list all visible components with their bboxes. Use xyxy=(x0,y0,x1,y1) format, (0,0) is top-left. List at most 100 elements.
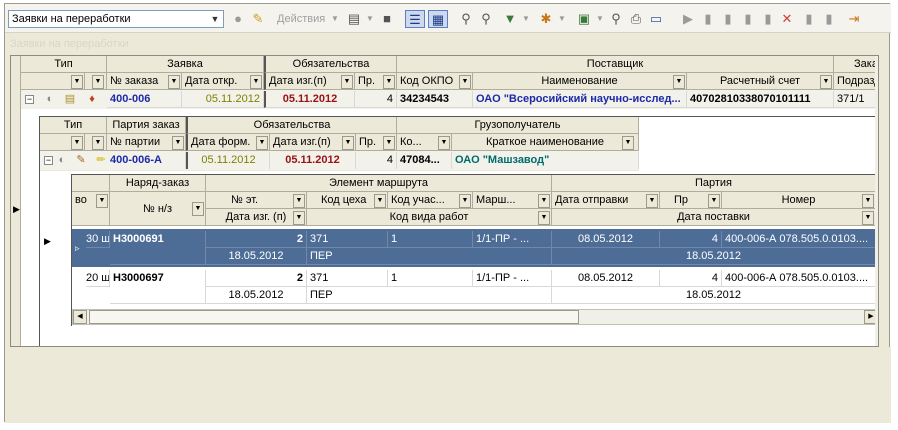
cell-data-otpr[interactable]: 08.05.2012 xyxy=(552,270,660,287)
filter-dropdown-icon[interactable]: ▼ xyxy=(342,136,354,150)
header-group-tip[interactable]: Тип xyxy=(40,117,107,134)
header-kratkoe[interactable]: Краткое наименование xyxy=(452,134,639,151)
copy-chevron-icon[interactable]: ▼ xyxy=(365,10,375,28)
cell-podrazd[interactable]: 371/1 xyxy=(834,91,878,108)
header-group-partiya[interactable]: Партия заказ xyxy=(107,117,186,134)
table-view-icon[interactable]: ▦ xyxy=(428,10,448,28)
cell-pr[interactable]: 4 xyxy=(355,91,397,108)
cell-nns[interactable]: Н3000697 xyxy=(110,270,206,304)
header-group-partiya[interactable]: Партия xyxy=(552,175,876,192)
cell-nomer-partii[interactable]: 400-006-А xyxy=(107,152,186,169)
funnel-icon[interactable]: ▼ xyxy=(501,10,519,28)
export-chevron-icon[interactable]: ▼ xyxy=(595,10,605,28)
cell-data-izg[interactable]: 18.05.2012 xyxy=(206,287,307,304)
tree-view-icon[interactable]: ☰ xyxy=(405,10,425,28)
filter-dropdown-icon[interactable]: ▼ xyxy=(92,75,104,89)
find-next-icon[interactable]: ⚲ xyxy=(477,10,495,28)
filter-icon[interactable]: ● xyxy=(229,10,247,28)
cell-data-izg[interactable]: 05.11.2012 xyxy=(264,91,355,108)
header-group-postavshik[interactable]: Поставщик xyxy=(397,56,834,73)
filter-dropdown-icon[interactable]: ▼ xyxy=(293,194,305,208)
filter-dropdown-icon[interactable]: ▼ xyxy=(92,136,104,150)
filter-dropdown-icon[interactable]: ▼ xyxy=(459,75,471,89)
cell-data-post[interactable]: 18.05.2012 xyxy=(552,287,876,304)
header-group-obyazatelstva[interactable]: Обязательства xyxy=(186,117,397,134)
cell-nomer-zakaza[interactable]: 400-006 xyxy=(107,91,182,108)
filter-dropdown-icon[interactable]: ▼ xyxy=(538,194,550,208)
cell-vo[interactable]: 30 шт xyxy=(86,231,110,248)
cell-data-otkr[interactable]: 05.11.2012 xyxy=(182,91,264,108)
play-icon[interactable]: ▶ xyxy=(680,10,696,28)
cell-data-form[interactable]: 05.11.2012 xyxy=(186,152,270,169)
copy-icon[interactable]: ▤ xyxy=(345,10,363,28)
collapse-icon[interactable]: − xyxy=(44,156,53,165)
new-record-icon[interactable]: ▮ xyxy=(700,10,716,28)
header-group-zakaz[interactable]: Заказ xyxy=(834,56,878,73)
filter-dropdown-icon[interactable]: ▼ xyxy=(673,75,685,89)
close-icon[interactable]: ✕ xyxy=(779,10,795,28)
filter-dropdown-icon[interactable]: ▼ xyxy=(250,75,262,89)
cell-data-izg[interactable]: 18.05.2012 xyxy=(206,248,307,265)
header-et[interactable]: № эт. xyxy=(206,192,307,209)
header-naimenovanie[interactable]: Наименование xyxy=(473,73,687,90)
cell-nomer[interactable]: 400-006-А 078.505.0.0103.... xyxy=(722,270,876,287)
header-podrazd[interactable]: Подразде xyxy=(834,73,878,90)
header-kod-vida[interactable]: Код вида работ xyxy=(307,209,552,226)
delete-record-icon[interactable]: ▮ xyxy=(760,10,776,28)
header-nomer[interactable]: Номер xyxy=(722,192,876,209)
actions-menu[interactable]: Действия xyxy=(277,10,325,28)
key-icon[interactable]: ✎ xyxy=(249,10,267,28)
cell-raschetny-schet[interactable]: 40702810338070101111 xyxy=(687,91,834,108)
cell-data-otpr[interactable]: 08.05.2012 xyxy=(552,231,660,248)
chevron-down-icon[interactable]: ▼ xyxy=(208,12,222,26)
scroll-left-icon[interactable]: ◀ xyxy=(73,310,87,324)
cell-pr[interactable]: 4 xyxy=(356,152,397,169)
header-group-gruzopoluchatel[interactable]: Грузополучатель xyxy=(397,117,639,134)
cell-kod-uch[interactable]: 1 xyxy=(388,231,473,248)
cell-et[interactable]: 2 xyxy=(206,270,307,287)
filter-dropdown-icon[interactable]: ▼ xyxy=(646,194,658,208)
print-icon[interactable]: ⎙ xyxy=(627,10,645,28)
edit-record-icon[interactable]: ▮ xyxy=(740,10,756,28)
vertical-scrollbar[interactable] xyxy=(875,56,878,346)
cell-marsh[interactable]: 1/1-ПР - ... xyxy=(473,270,552,287)
cell-kod-vida[interactable]: ПЕР xyxy=(307,287,552,304)
filter-dropdown-icon[interactable]: ▼ xyxy=(192,202,204,216)
filter-dropdown-icon[interactable]: ▼ xyxy=(820,75,832,89)
filter-dropdown-icon[interactable]: ▼ xyxy=(708,194,720,208)
cell-nomer[interactable]: 400-006-А 078.505.0.0103.... xyxy=(722,231,876,248)
filter-dropdown-icon[interactable]: ▼ xyxy=(256,136,268,150)
save-icon[interactable]: ■ xyxy=(378,10,396,28)
header-group-zayavka[interactable]: Заявка xyxy=(107,56,264,73)
filter-dropdown-icon[interactable]: ▼ xyxy=(96,194,108,208)
actions-chevron-icon[interactable]: ▼ xyxy=(330,10,340,28)
cell-kod[interactable]: 47084... xyxy=(397,152,452,169)
filter-dropdown-icon[interactable]: ▼ xyxy=(383,136,395,150)
cell-nns[interactable]: Н3000691 xyxy=(110,231,206,265)
cell-vo[interactable]: 20 шт xyxy=(86,270,110,287)
filter-dropdown-icon[interactable]: ▼ xyxy=(341,75,353,89)
filter-dropdown-icon[interactable]: ▼ xyxy=(374,194,386,208)
preview-icon[interactable]: ⚲ xyxy=(607,10,625,28)
header-data-izg[interactable]: Дата изг. (п) xyxy=(206,209,307,226)
cell-marsh[interactable]: 1/1-ПР - ... xyxy=(473,231,552,248)
header-group-element[interactable]: Элемент маршрута xyxy=(206,175,552,192)
cell-kod-vida[interactable]: ПЕР xyxy=(307,248,552,265)
exit-icon[interactable]: ⇥ xyxy=(845,10,863,28)
filter-dropdown-icon[interactable]: ▼ xyxy=(383,75,395,89)
bookmark-icon[interactable]: ▮ xyxy=(821,10,837,28)
filter-dropdown-icon[interactable]: ▼ xyxy=(438,136,450,150)
filter-dropdown-icon[interactable]: ▼ xyxy=(862,194,874,208)
header-data-post[interactable]: Дата поставки xyxy=(552,209,876,226)
cell-pr[interactable]: 4 xyxy=(660,231,722,248)
header-data-otpr[interactable]: Дата отправки xyxy=(552,192,660,209)
export-icon[interactable]: ▣ xyxy=(575,10,593,28)
cell-data-post[interactable]: 18.05.2012 xyxy=(552,248,876,265)
view-select[interactable]: Заявки на переработки ▼ xyxy=(8,10,224,28)
cell-naimenovanie[interactable]: ОАО "Всеросийский научно-исслед... xyxy=(473,91,687,108)
scrollbar-thumb[interactable] xyxy=(89,310,579,324)
document-icon[interactable]: ▭ xyxy=(647,10,665,28)
filter-dropdown-icon[interactable]: ▼ xyxy=(71,75,83,89)
refresh-chevron-icon[interactable]: ▼ xyxy=(557,10,567,28)
approve-icon[interactable]: ▮ xyxy=(801,10,817,28)
